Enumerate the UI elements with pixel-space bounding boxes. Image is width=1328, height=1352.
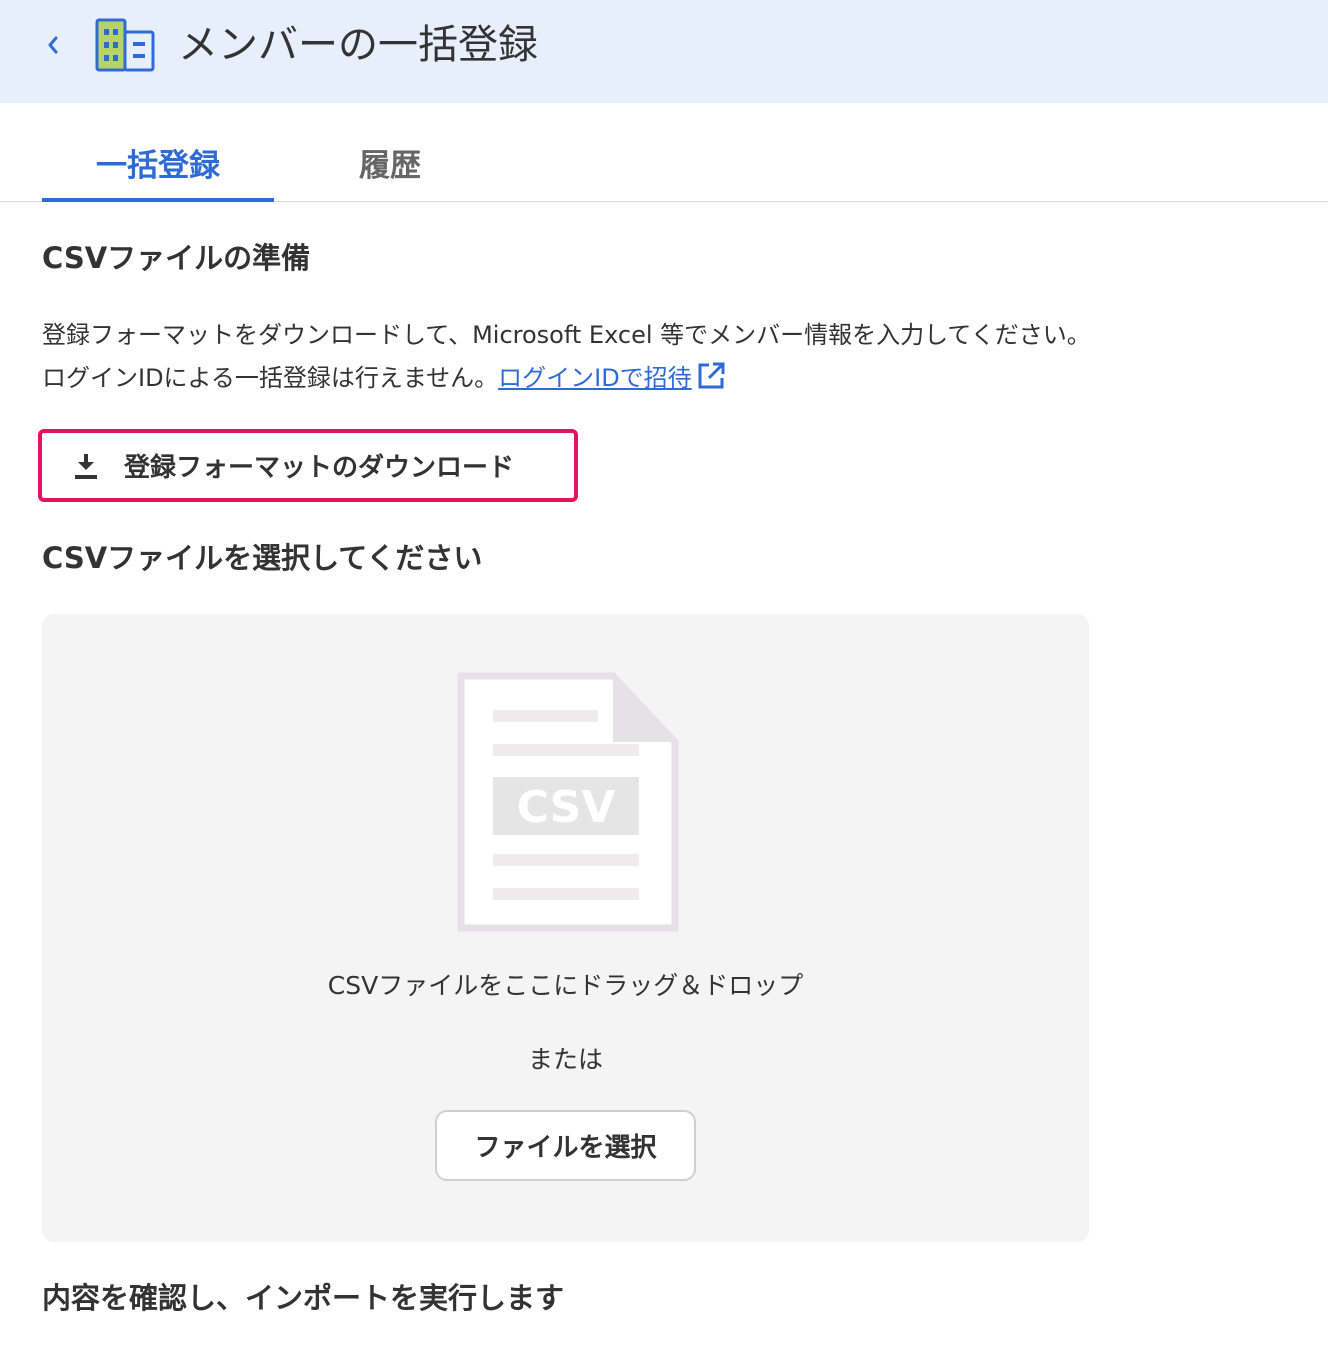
csv-file-icon: CSV xyxy=(457,672,679,932)
back-button[interactable] xyxy=(38,26,68,64)
section-title-confirm: 内容を確認し、インポートを実行します xyxy=(42,1281,565,1315)
description-line-1: 登録フォーマットをダウンロードして、Microsoft Excel 等でメンバー… xyxy=(42,321,1091,349)
csv-dropzone[interactable]: CSV CSVファイルをここにドラッグ＆ドロップ または ファイルを選択 xyxy=(42,614,1089,1242)
description-line-2: ログインIDによる一括登録は行えません。ログインIDで招待 xyxy=(42,357,1091,400)
download-button-label: 登録フォーマットのダウンロード xyxy=(124,453,515,483)
csv-illustration-label: CSV xyxy=(517,782,616,833)
or-text: または xyxy=(527,1045,603,1074)
drag-drop-text: CSVファイルをここにドラッグ＆ドロップ xyxy=(327,971,804,1000)
description-line-2-text: ログインIDによる一括登録は行えません。 xyxy=(42,364,499,392)
select-file-button[interactable]: ファイルを選択 xyxy=(435,1110,696,1181)
active-tab-indicator xyxy=(42,198,274,202)
section-title-select: CSVファイルを選択してください xyxy=(42,541,483,575)
section-title-prepare: CSVファイルの準備 xyxy=(42,241,311,275)
download-icon xyxy=(68,448,104,484)
description: 登録フォーマットをダウンロードして、Microsoft Excel 等でメンバー… xyxy=(42,314,1091,400)
invite-by-login-id-link[interactable]: ログインIDで招待 xyxy=(498,364,692,392)
tab-history[interactable]: 履歴 xyxy=(330,141,450,191)
page-title: メンバーの一括登録 xyxy=(178,22,538,68)
tab-bulk-register[interactable]: 一括登録 xyxy=(42,141,274,191)
download-format-button[interactable]: 登録フォーマットのダウンロード xyxy=(38,429,578,502)
chevron-left-icon xyxy=(48,36,58,54)
external-link-icon[interactable] xyxy=(696,361,726,391)
building-icon xyxy=(95,18,155,72)
page-header: メンバーの一括登録 xyxy=(0,0,1328,103)
tab-bar: 一括登録 履歴 xyxy=(0,103,1328,202)
